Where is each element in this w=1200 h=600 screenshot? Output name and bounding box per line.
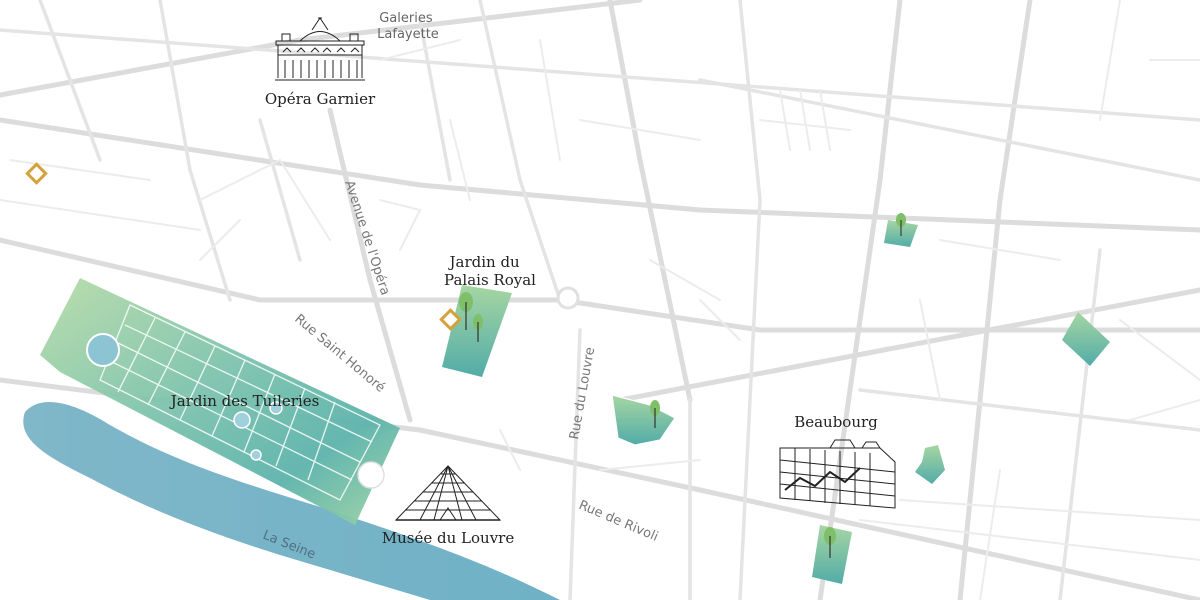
avenue-opera-label: Avenue de l'Opéra [341,179,392,298]
louvre-label: Musée du Louvre [382,529,515,547]
beaubourg-label: Beaubourg [794,413,878,431]
park-small-3[interactable] [915,445,945,484]
opera-building-icon[interactable] [275,17,365,81]
rue-saint-honore-label: Rue Saint Honoré [291,312,387,396]
tuileries-label: Jardin des Tuileries [169,392,320,410]
rue-du-louvre-label: Rue du Louvre [567,346,598,441]
park-louvre-court[interactable] [611,394,676,446]
map-canvas[interactable]: La Seine Jardin des Tuileries Jardin du … [0,0,1200,600]
louvre-pyramid-icon[interactable] [394,465,502,521]
galeries-label: Galeries Lafayette [377,11,439,42]
park-small-4[interactable] [812,525,852,584]
opera-label: Opéra Garnier [265,90,376,108]
rue-de-rivoli-label: Rue de Rivoli [576,498,660,545]
palais-royal-label: Jardin du Palais Royal [444,253,536,289]
diamond-marker-icon[interactable] [25,162,48,185]
park-small-2[interactable] [1062,312,1110,366]
